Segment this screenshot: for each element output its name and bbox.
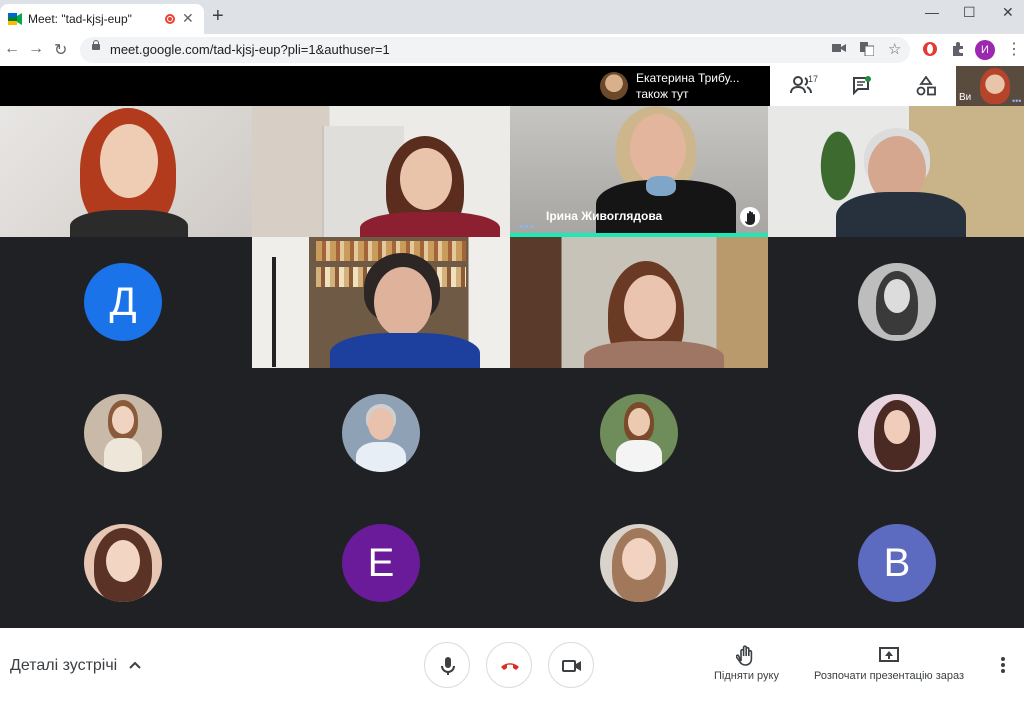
forward-arrow-icon[interactable]: →: [28, 40, 44, 58]
speaking-dots-icon: [520, 215, 536, 228]
camera-button[interactable]: [548, 642, 594, 688]
maximize-button[interactable]: ☐: [963, 4, 976, 21]
browser-menu-icon[interactable]: ⋮: [1006, 39, 1022, 59]
minimize-button[interactable]: —: [925, 4, 939, 20]
activities-icon[interactable]: [916, 76, 936, 96]
tab-title: Meet: "tad-kjsj-eup": [28, 12, 132, 26]
participant-video: [630, 114, 686, 184]
url-text: meet.google.com/tad-kjsj-eup?pli=1&authu…: [110, 42, 390, 57]
reload-icon[interactable]: ↻: [54, 40, 67, 60]
video-tile[interactable]: [510, 237, 768, 368]
participant-avatar[interactable]: [858, 263, 936, 341]
participant-avatar[interactable]: [858, 394, 936, 472]
self-view-tile[interactable]: Ви •••: [956, 66, 1024, 106]
more-options-icon[interactable]: [999, 656, 1007, 674]
self-view-video: [980, 68, 1010, 104]
participant-video: [624, 275, 676, 339]
opera-extension-icon[interactable]: [922, 41, 938, 57]
video-camera-icon: [562, 660, 581, 672]
present-now-label: Розпочати презентацію зараз: [814, 670, 965, 682]
meet-top-bar: Екатерина Трибу... також тут 17 Ви •••: [0, 66, 1024, 106]
participant-avatar-d[interactable]: Д: [84, 263, 162, 341]
video-tile[interactable]: [768, 106, 1024, 237]
tab-close-icon[interactable]: ✕: [182, 10, 194, 27]
meet-favicon-icon: [8, 13, 22, 25]
chat-icon[interactable]: [852, 76, 872, 96]
presence-avatar: [600, 72, 628, 100]
translate-icon[interactable]: [860, 42, 874, 56]
raise-hand-label: Підняти руку: [714, 670, 779, 682]
participant-avatar[interactable]: [600, 524, 678, 602]
meet-top-panel: 17: [770, 66, 956, 106]
self-label: Ви: [959, 92, 972, 103]
video-tile[interactable]: [252, 106, 510, 237]
recording-indicator-icon: [165, 14, 175, 24]
lock-icon: [92, 40, 100, 50]
participant-video: [400, 148, 452, 210]
participant-avatar-v[interactable]: В: [858, 524, 936, 602]
microphone-icon: [441, 657, 455, 675]
profile-avatar[interactable]: И: [975, 40, 995, 60]
back-arrow-icon[interactable]: ←: [4, 40, 20, 58]
close-window-button[interactable]: ✕: [1002, 4, 1014, 21]
presence-name: Екатерина Трибу...: [636, 71, 740, 85]
participant-avatar[interactable]: [84, 394, 162, 472]
participant-video: [374, 267, 432, 337]
present-now-button[interactable]: Розпочати презентацію зараз: [814, 646, 964, 682]
chevron-up-icon[interactable]: [128, 658, 142, 672]
participant-avatar[interactable]: [600, 394, 678, 472]
speaker-name-label: Ірина Живоглядова: [546, 209, 663, 223]
participant-count: 17: [808, 74, 819, 84]
video-tile[interactable]: Ірина Живоглядова: [510, 106, 768, 233]
participant-avatar-e[interactable]: Е: [342, 524, 420, 602]
meeting-details-button[interactable]: Деталі зустрічі: [10, 657, 117, 675]
raised-hand-icon: [740, 207, 760, 227]
participant-video: [100, 124, 158, 198]
presence-notification: Екатерина Трибу... також тут: [596, 66, 770, 106]
presence-subtitle: також тут: [636, 87, 689, 101]
browser-tab[interactable]: Meet: "tad-kjsj-eup" ✕: [0, 4, 204, 34]
video-tile[interactable]: [252, 237, 510, 368]
bookmark-star-icon[interactable]: ☆: [888, 40, 901, 58]
extensions-puzzle-icon[interactable]: [950, 41, 966, 57]
browser-tabstrip: Meet: "tad-kjsj-eup" ✕ + — ☐ ✕: [0, 0, 1024, 34]
meet-bottom-bar: Деталі зустрічі Підняти руку Розпочати п…: [0, 628, 1024, 701]
hang-up-button[interactable]: [486, 642, 532, 688]
camera-blocked-icon[interactable]: [832, 42, 846, 54]
address-bar[interactable]: meet.google.com/tad-kjsj-eup?pli=1&authu…: [80, 37, 910, 63]
raise-hand-button[interactable]: Підняти руку: [714, 644, 779, 682]
phone-hangup-icon: [501, 663, 519, 670]
self-audio-dots-icon: •••: [1012, 96, 1022, 106]
microphone-button[interactable]: [424, 642, 470, 688]
participant-avatar[interactable]: [342, 394, 420, 472]
browser-toolbar: ← → ↻ meet.google.com/tad-kjsj-eup?pli=1…: [0, 34, 1024, 67]
video-tile[interactable]: [0, 106, 252, 237]
new-tab-button[interactable]: +: [212, 6, 224, 26]
raise-hand-icon: [736, 645, 753, 666]
present-screen-icon: [879, 647, 900, 662]
participant-avatar[interactable]: [84, 524, 162, 602]
